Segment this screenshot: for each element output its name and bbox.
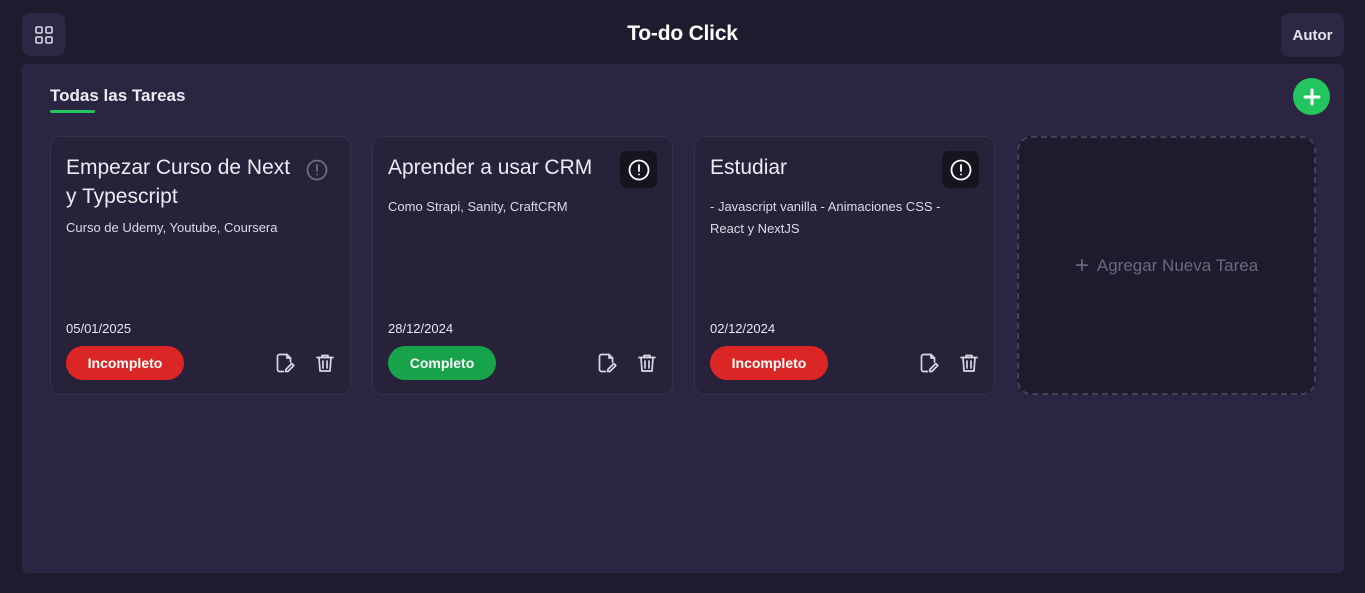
status-button[interactable]: Completo: [388, 346, 496, 380]
status-button[interactable]: Incompleto: [66, 346, 184, 380]
task-date: 28/12/2024: [388, 321, 454, 336]
author-button[interactable]: Autor: [1281, 13, 1344, 57]
alert-circle-icon: [950, 159, 971, 180]
edit-button[interactable]: [272, 350, 298, 376]
task-title: Estudiar: [710, 156, 788, 179]
delete-button[interactable]: [312, 350, 338, 376]
status-button[interactable]: Incompleto: [710, 346, 828, 380]
edit-icon: [276, 353, 295, 373]
add-new-task-label: Agregar Nueva Tarea: [1096, 255, 1259, 275]
trash-icon: [960, 354, 978, 372]
alert-circle-icon: [306, 159, 327, 180]
important-toggle[interactable]: [620, 151, 657, 188]
add-new-task-card[interactable]: + Agregar Nueva Tarea: [1017, 136, 1316, 395]
app-title: To-do Click: [627, 22, 738, 45]
add-task-button[interactable]: [1293, 78, 1330, 115]
add-new-task-content: + Agregar Nueva Tarea: [1074, 251, 1259, 279]
task-card: Aprender a usar CRM Como Strapi, Sanity,…: [372, 136, 673, 395]
trash-icon: [316, 354, 334, 372]
edit-button[interactable]: [594, 350, 620, 376]
task-description: Curso de Udemy, Youtube, Coursera: [66, 220, 278, 235]
delete-button[interactable]: [634, 350, 660, 376]
delete-button[interactable]: [956, 350, 982, 376]
task-date: 02/12/2024: [710, 321, 776, 336]
task-description: Como Strapi, Sanity, CraftCRM: [388, 199, 568, 214]
task-card: Estudiar - Javascript vanilla - Animacio…: [694, 136, 995, 395]
trash-icon: [638, 354, 656, 372]
important-toggle[interactable]: [942, 151, 979, 188]
section-title-underline: [50, 110, 95, 113]
edit-icon: [598, 353, 617, 373]
top-bar: To-do Click Autor: [0, 0, 1365, 64]
task-title: Empezar Curso de Next y Typescript: [66, 156, 291, 208]
task-date: 05/01/2025: [66, 321, 132, 336]
alert-circle-icon: [628, 159, 649, 180]
plus-icon: [1303, 88, 1320, 105]
tasks-panel: Todas las Tareas Empezar Curso de Next y…: [22, 64, 1344, 573]
task-card: Empezar Curso de Next y Typescript Curso…: [50, 136, 351, 395]
task-title: Aprender a usar CRM: [388, 156, 593, 179]
plus-icon: +: [1074, 251, 1089, 279]
important-toggle[interactable]: [298, 151, 335, 188]
edit-icon: [920, 353, 939, 373]
task-description: - Javascript vanilla - Animaciones CSS -…: [710, 199, 941, 236]
edit-button[interactable]: [916, 350, 942, 376]
section-title: Todas las Tareas: [50, 86, 186, 105]
